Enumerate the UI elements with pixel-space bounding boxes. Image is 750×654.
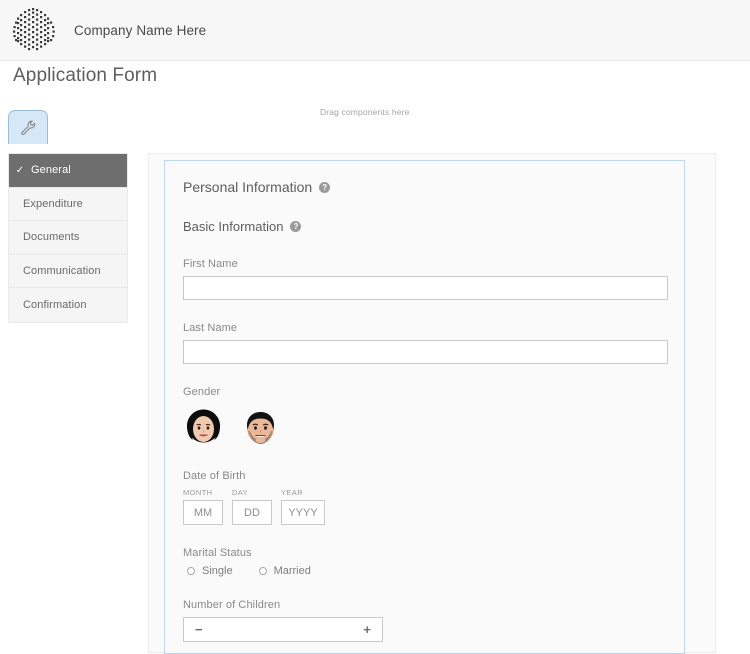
gender-options xyxy=(183,404,666,448)
first-name-input[interactable] xyxy=(183,276,668,300)
last-name-input[interactable] xyxy=(183,340,668,364)
dob-year-input[interactable] xyxy=(281,500,325,525)
sidebar-item-label: Confirmation xyxy=(23,298,87,311)
sidebar-item-expenditure[interactable]: Expenditure xyxy=(9,188,127,221)
check-icon: ✓ xyxy=(15,164,25,176)
gender-label: Gender xyxy=(183,386,221,398)
radio-circle-icon xyxy=(187,567,195,575)
increment-button[interactable]: + xyxy=(363,623,371,636)
children-field-group: Number of Children − + xyxy=(183,599,666,642)
radio-label: Married xyxy=(273,565,311,577)
dob-year-cell: YEAR xyxy=(281,488,325,525)
personal-information-panel: Personal Information ? Basic Information… xyxy=(164,160,685,654)
dob-inputs: MONTH DAY YEAR xyxy=(183,488,666,525)
gender-field-group: Gender xyxy=(183,386,666,448)
first-name-label: First Name xyxy=(183,258,238,270)
page-title: Application Form xyxy=(13,65,158,86)
subsection-title: Basic Information xyxy=(183,219,284,234)
children-label: Number of Children xyxy=(183,599,281,611)
first-name-field-group: First Name xyxy=(183,258,668,300)
marital-status-label: Marital Status xyxy=(183,547,252,559)
radio-circle-icon xyxy=(258,567,267,575)
dob-month-input[interactable] xyxy=(183,500,223,525)
decrement-button[interactable]: − xyxy=(195,623,203,636)
dob-month-cell: MONTH xyxy=(183,488,223,525)
dob-field-group: Date of Birth MONTH DAY YEAR xyxy=(183,470,666,525)
help-icon[interactable]: ? xyxy=(319,181,331,193)
company-logo xyxy=(6,2,62,58)
sidebar-item-communication[interactable]: Communication xyxy=(9,255,127,288)
last-name-field-group: Last Name xyxy=(183,322,668,364)
settings-tool-tab[interactable] xyxy=(8,110,48,144)
marital-status-options: Single Married xyxy=(183,565,666,577)
dob-day-cell: DAY xyxy=(232,488,272,525)
marital-status-field-group: Marital Status Single Married xyxy=(183,547,666,577)
dob-label: Date of Birth xyxy=(183,470,246,482)
workspace: ✓ General Expenditure Documents Communic… xyxy=(0,145,750,654)
sidebar-item-label: Expenditure xyxy=(23,197,83,210)
section-title: Personal Information xyxy=(183,179,313,195)
dob-day-caption: DAY xyxy=(232,488,249,497)
wrench-icon xyxy=(21,119,36,135)
form-steps-sidebar: ✓ General Expenditure Documents Communic… xyxy=(8,153,128,323)
radio-option-married[interactable]: Married xyxy=(258,565,311,577)
sidebar-item-label: Documents xyxy=(23,231,80,244)
male-avatar-icon[interactable] xyxy=(240,404,281,448)
sidebar-item-confirmation[interactable]: Confirmation xyxy=(9,288,127,322)
sidebar-item-general[interactable]: ✓ General xyxy=(9,154,127,188)
children-stepper[interactable]: − + xyxy=(183,617,383,642)
drag-components-hint: Drag components here xyxy=(320,107,410,117)
dob-day-input[interactable] xyxy=(232,500,272,525)
last-name-label: Last Name xyxy=(183,322,238,334)
subsection-title-row: Basic Information ? xyxy=(183,219,666,234)
section-title-row: Personal Information ? xyxy=(183,179,666,195)
app-header: Company Name Here xyxy=(0,0,750,61)
female-avatar-icon[interactable] xyxy=(183,404,224,448)
company-name: Company Name Here xyxy=(74,22,207,38)
dob-year-caption: YEAR xyxy=(281,488,304,497)
radio-option-single[interactable]: Single xyxy=(187,565,233,577)
help-icon[interactable]: ? xyxy=(290,221,302,232)
sidebar-item-label: General xyxy=(31,164,71,177)
halftone-dots-logo-icon xyxy=(13,8,55,51)
radio-label: Single xyxy=(202,565,233,577)
dob-month-caption: MONTH xyxy=(183,488,213,497)
sidebar-item-documents[interactable]: Documents xyxy=(9,221,127,255)
form-canvas: Personal Information ? Basic Information… xyxy=(148,153,716,654)
sidebar-item-label: Communication xyxy=(23,264,101,277)
